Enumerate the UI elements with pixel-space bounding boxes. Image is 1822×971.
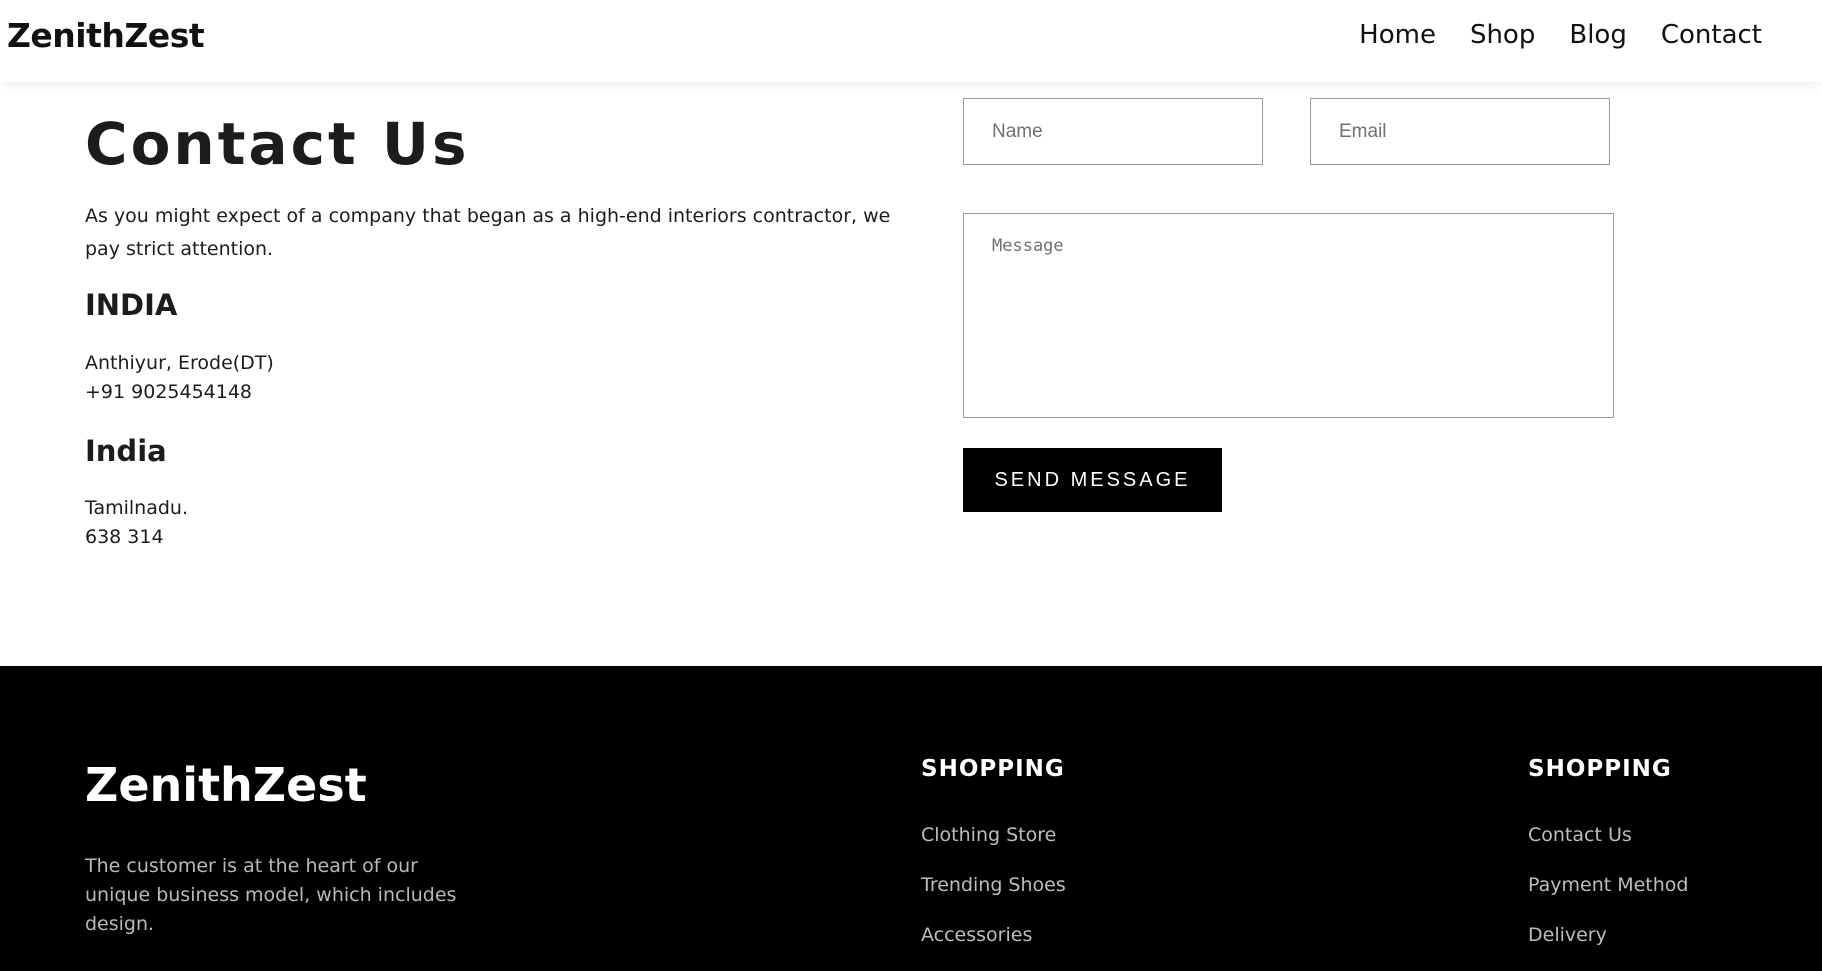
location-2-state: Tamilnadu.	[85, 497, 188, 519]
footer-tagline: The customer is at the heart of our uniq…	[85, 855, 457, 935]
location-2-pincode: 638 314	[85, 526, 164, 548]
name-input[interactable]	[963, 98, 1263, 165]
message-textarea[interactable]	[963, 213, 1614, 418]
main-nav: Home Shop Blog Contact	[1359, 20, 1762, 50]
page-title: Contact Us	[85, 110, 470, 178]
brand-logo[interactable]: ZenithZest	[7, 16, 205, 55]
footer-brand: ZenithZest	[85, 758, 367, 812]
contact-section: Contact Us As you might expect of a comp…	[0, 82, 1822, 666]
send-message-button[interactable]: SEND MESSAGE	[963, 448, 1222, 512]
nav-contact[interactable]: Contact	[1661, 20, 1762, 50]
nav-shop[interactable]: Shop	[1470, 20, 1535, 50]
email-input[interactable]	[1310, 98, 1610, 165]
location-1-address: Anthiyur, Erode(DT)	[85, 352, 274, 374]
footer-link-payment-method[interactable]: Payment Method	[1528, 874, 1688, 896]
location-heading-2: India	[85, 434, 167, 468]
site-header: ZenithZest Home Shop Blog Contact	[0, 0, 1822, 82]
footer-column-title-1: SHOPPING	[921, 756, 1065, 782]
site-footer: ZenithZest The customer is at the heart …	[0, 666, 1822, 971]
footer-link-clothing-store[interactable]: Clothing Store	[921, 824, 1056, 846]
location-heading-1: INDIA	[85, 288, 178, 322]
footer-link-accessories[interactable]: Accessories	[921, 924, 1032, 946]
footer-link-contact-us[interactable]: Contact Us	[1528, 824, 1632, 846]
location-1-phone: +91 9025454148	[85, 381, 253, 403]
footer-link-trending-shoes[interactable]: Trending Shoes	[921, 874, 1066, 896]
contact-intro: As you might expect of a company that be…	[85, 205, 891, 260]
footer-column-title-2: SHOPPING	[1528, 756, 1672, 782]
nav-home[interactable]: Home	[1359, 20, 1436, 50]
footer-link-delivery[interactable]: Delivery	[1528, 924, 1607, 946]
nav-blog[interactable]: Blog	[1569, 20, 1626, 50]
